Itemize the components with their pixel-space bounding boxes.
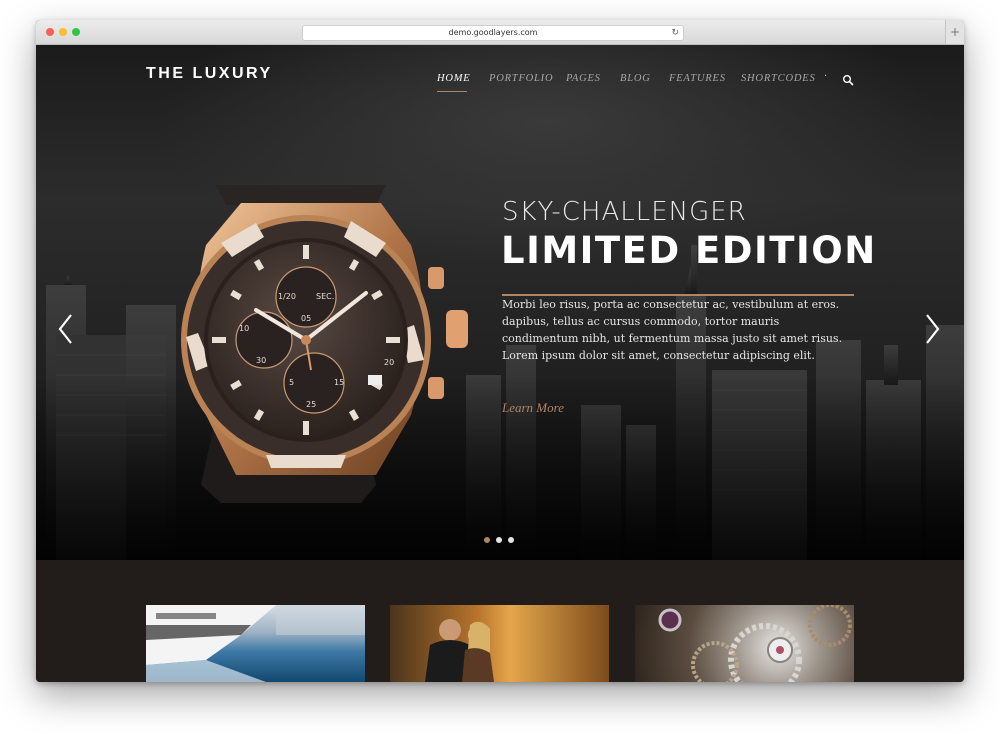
address-text: demo.goodlayers.com xyxy=(448,28,538,37)
thumbnail-yacht[interactable] xyxy=(146,605,365,682)
hero-subtitle: SKY-CHALLENGER xyxy=(502,197,747,227)
couple-image xyxy=(425,619,494,682)
reload-icon[interactable]: ↻ xyxy=(671,26,679,40)
dial-sub-15: 15 xyxy=(334,378,344,387)
nav-item-blog[interactable]: BLOG xyxy=(620,73,651,84)
learn-more-link[interactable]: Learn More xyxy=(502,400,564,416)
featured-section xyxy=(36,560,964,682)
dial-sub-25: 25 xyxy=(306,400,316,409)
hero-description: Morbi leo risus, porta ac consectetur ac… xyxy=(502,298,843,362)
nav-item-portfolio[interactable]: PORTFOLIO xyxy=(489,73,553,84)
hero-title: LIMITED EDITION xyxy=(501,229,877,272)
nav-item-shortcodes[interactable]: SHORTCODES xyxy=(741,73,816,84)
close-window-button[interactable] xyxy=(46,28,54,36)
thumbnail-watch-gears[interactable] xyxy=(635,605,854,682)
nav-separator: · xyxy=(824,71,828,82)
zoom-window-button[interactable] xyxy=(72,28,80,36)
dial-sub-20: 20 xyxy=(384,358,394,367)
dial-label-sec: SEC. xyxy=(316,292,334,301)
nav-item-features[interactable]: FEATURES xyxy=(669,73,726,84)
slider-dot-3[interactable] xyxy=(508,537,514,543)
thumbnail-couple[interactable] xyxy=(390,605,609,682)
nav-item-home[interactable]: HOME xyxy=(437,73,471,84)
slider-prev-arrow-icon[interactable] xyxy=(56,312,76,346)
dial-sub-05: 05 xyxy=(301,314,311,323)
watch-image: 1/20 SEC. 05 10 30 15 20 25 5 xyxy=(181,185,468,503)
hero-slider: THE LUXURY HOME PORTFOLIO PAGES BLOG FEA… xyxy=(36,45,964,560)
browser-window: demo.goodlayers.com ↻ + THE LUXURY HOME … xyxy=(36,20,964,682)
slider-dot-2[interactable] xyxy=(496,537,502,543)
yacht-image xyxy=(146,605,365,682)
new-tab-button[interactable]: + xyxy=(945,20,964,44)
site-logo[interactable]: THE LUXURY xyxy=(146,65,273,83)
active-nav-underline xyxy=(437,91,467,92)
nav-item-pages[interactable]: PAGES xyxy=(566,73,601,84)
browser-titlebar: demo.goodlayers.com ↻ + xyxy=(36,20,964,45)
dial-sub-10: 10 xyxy=(239,324,249,333)
dial-label-1-20: 1/20 xyxy=(278,292,296,301)
minimize-window-button[interactable] xyxy=(59,28,67,36)
dial-sub-30: 30 xyxy=(256,356,266,365)
slider-next-arrow-icon[interactable] xyxy=(922,312,942,346)
watch-gears-image xyxy=(658,605,852,682)
dial-sub-5: 5 xyxy=(289,378,294,387)
search-icon[interactable] xyxy=(842,74,854,86)
slider-dot-1[interactable] xyxy=(484,537,490,543)
address-bar[interactable]: demo.goodlayers.com ↻ xyxy=(302,25,684,41)
